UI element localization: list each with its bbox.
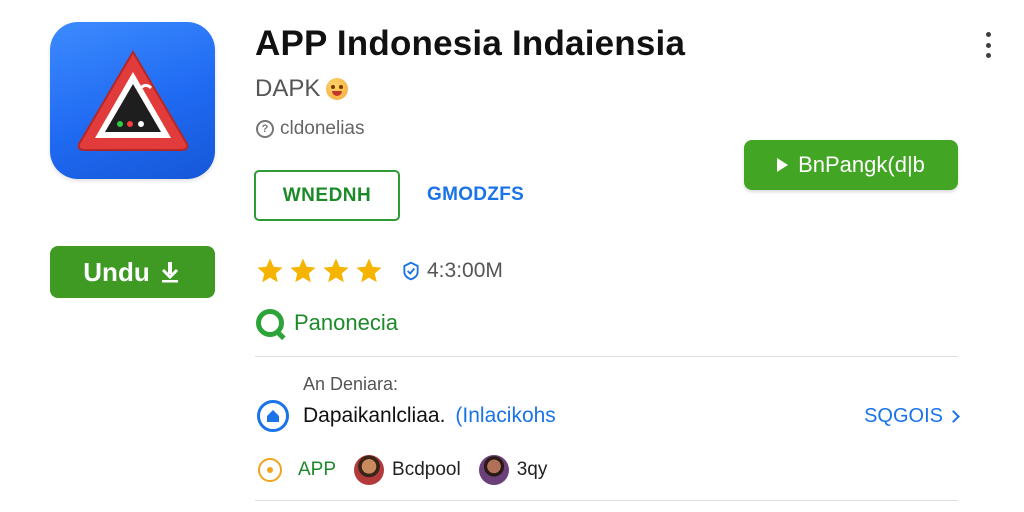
warning-triangle-icon [77,49,188,151]
q-icon [256,309,284,337]
primary-action-label: BnPangk(d|b [798,152,925,177]
review-count-text: 4:3:00M [427,259,503,282]
app-tag[interactable]: APP [298,459,336,481]
review-count: 4:3:00M [401,259,503,283]
avatar-name[interactable]: Bcdpool [392,459,461,481]
outline-button[interactable]: WNEDNH [254,170,400,221]
primary-action-button[interactable]: BnPangk(d|b [744,140,958,190]
app-title: APP Indonesia Indaiensia [255,24,686,63]
play-icon [777,158,789,172]
section-label: An Deniara: [303,374,399,394]
info-icon: ? [256,120,274,138]
avatar-name[interactable]: 3qy [517,459,548,481]
home-icon [257,400,289,432]
avatar[interactable] [354,455,385,485]
see-more-link[interactable]: SQGOIS [864,404,960,428]
divider [255,356,958,357]
location-row: ? cldonelias [256,118,365,140]
location-text: cldonelias [280,118,365,139]
avatar[interactable] [478,455,509,485]
app-icon[interactable] [50,22,215,179]
section-row[interactable]: Dapaikanlcliaa. (Inlacikohs SQGOIS [257,399,960,433]
target-icon [258,458,282,482]
developer-name: DAPK [255,75,321,102]
section-subtitle: (Inlacikohs [455,404,556,427]
bottom-row: APP Bcdpool 3qy [258,455,565,485]
download-button-label: Undu [83,256,150,287]
more-vert-icon[interactable] [978,30,998,60]
star-icon [356,258,382,283]
star-icon [323,258,349,283]
category-label: Panonecia [294,310,398,335]
section-title: Dapaikanlcliaa. [303,404,446,427]
outline-button-label: WNEDNH [282,184,372,206]
divider [255,500,958,501]
developer-row[interactable]: DAPK [255,75,349,103]
emoji-icon [326,78,349,100]
rating-row: 4:3:00M [255,256,503,286]
verified-badge-icon [403,261,419,281]
see-more-label: SQGOIS [864,404,943,427]
download-button[interactable]: Undu [50,246,215,298]
category-row[interactable]: Panonecia [256,309,398,337]
download-icon [161,262,178,283]
star-icon [257,258,283,283]
chevron-right-icon [947,409,960,423]
star-icon [290,258,316,283]
link-button[interactable]: GMODZFS [427,184,524,206]
